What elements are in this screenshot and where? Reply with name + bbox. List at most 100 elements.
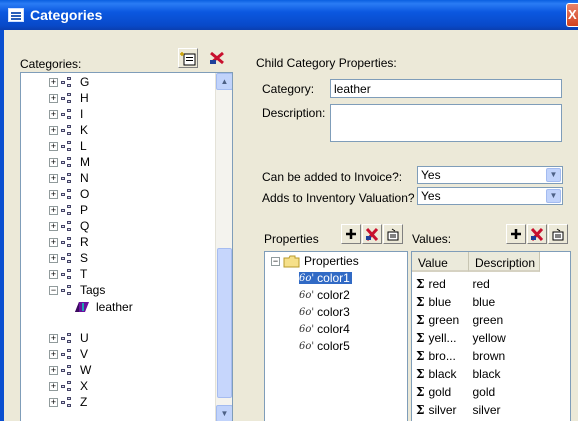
category-node-icon [61,188,77,200]
tree-node-t[interactable]: + T [49,267,88,281]
expand-icon[interactable]: + [49,253,58,263]
tree-node-label: H [80,91,89,105]
property-node-color1[interactable]: 6o' color1 [299,271,352,285]
values-label: Values: [412,232,452,246]
table-row[interactable]: Σblue blue [412,293,570,311]
table-row[interactable]: Σbro... brown [412,347,570,365]
scroll-down-button[interactable]: ▼ [216,405,232,421]
table-row[interactable]: Σsilver silver [412,401,570,419]
description-cell: blue [472,295,496,309]
column-header-value[interactable]: Value [412,252,469,272]
expand-icon[interactable]: + [49,333,58,343]
invoice-select-value: Yes [421,168,441,182]
add-category-button[interactable] [178,48,198,68]
property-icon: 6o' [299,340,315,352]
scroll-thumb[interactable] [217,248,232,398]
delete-property-button[interactable] [362,224,382,244]
tree-vertical-scrollbar[interactable]: ▲ ▼ [215,73,232,421]
column-header-description[interactable]: Description [469,252,540,272]
tree-node-o[interactable]: + O [49,187,90,201]
expand-icon[interactable]: + [49,189,58,199]
expand-icon[interactable]: + [49,77,58,87]
expand-icon[interactable]: + [49,157,58,167]
tree-node-u[interactable]: + U [49,331,89,345]
tree-node-label: T [80,267,88,281]
tree-node-i[interactable]: + I [49,107,83,121]
expand-icon[interactable]: + [49,397,58,407]
property-node-color4[interactable]: 6o' color4 [299,322,350,336]
tree-node-v[interactable]: + V [49,347,88,361]
description-field[interactable] [330,104,562,142]
tree-node-w[interactable]: + W [49,363,92,377]
values-table[interactable]: Value Description Σred red Σblue blue Σgre… [411,251,571,421]
invoice-label: Can be added to Invoice?: [262,170,403,184]
table-row[interactable]: Σblack black [412,365,570,383]
collapse-icon[interactable]: − [49,285,58,295]
delete-category-button[interactable] [207,48,227,68]
tree-node-tags[interactable]: − Tags [49,283,105,297]
table-row[interactable]: Σgold gold [412,383,570,401]
category-node-icon [61,156,77,168]
tree-node-k[interactable]: + K [49,123,88,137]
expand-icon[interactable]: + [49,141,58,151]
category-field[interactable]: leather [330,79,562,98]
tree-node-label: leather [96,300,133,314]
expand-icon[interactable]: + [49,93,58,103]
table-row[interactable]: Σyell... yellow [412,329,570,347]
sigma-icon: Σ [416,367,425,381]
tree-node-p[interactable]: + P [49,203,88,217]
sigma-icon: Σ [416,295,425,309]
tree-node-z[interactable]: + Z [49,395,87,409]
table-row[interactable]: Σred red [412,275,570,293]
tree-node-g[interactable]: + G [49,75,89,89]
property-node-color5[interactable]: 6o' color5 [299,339,350,353]
expand-icon[interactable]: + [49,125,58,135]
properties-root-node[interactable]: − Properties [271,254,359,268]
chevron-down-icon[interactable]: ▼ [546,168,561,182]
tree-node-r[interactable]: + R [49,235,89,249]
delete-value-button[interactable] [527,224,547,244]
tree-node-h[interactable]: + H [49,91,89,105]
expand-icon[interactable]: + [49,205,58,215]
value-cell: blue [428,295,452,309]
title-bar[interactable]: Categories X [0,0,578,30]
edit-value-button[interactable] [548,224,568,244]
invoice-select[interactable]: Yes ▼ [417,166,563,184]
expand-icon[interactable]: + [49,365,58,375]
tree-node-x[interactable]: + X [49,379,88,393]
tree-node-label: R [80,235,89,249]
properties-tree[interactable]: − Properties 6o' color1 6o' color2 6o' colo… [264,251,408,421]
tree-node-q[interactable]: + Q [49,219,89,233]
add-property-button[interactable] [341,224,361,244]
category-node-icon [61,172,77,184]
table-row[interactable]: Σgreen green [412,311,570,329]
sigma-icon: Σ [416,331,425,345]
expand-icon[interactable]: + [49,221,58,231]
expand-icon[interactable]: + [49,349,58,359]
collapse-icon[interactable]: − [271,256,280,266]
expand-icon[interactable]: + [49,109,58,119]
tree-node-n[interactable]: + N [49,171,89,185]
expand-icon[interactable]: + [49,269,58,279]
edit-icon [387,228,399,240]
property-node-color3[interactable]: 6o' color3 [299,305,350,319]
tree-node-s[interactable]: + S [49,251,88,265]
description-cell: yellow [472,331,506,345]
tree-node-l[interactable]: + L [49,139,87,153]
tree-node-m[interactable]: + M [49,155,90,169]
plus-icon [346,229,356,239]
close-button[interactable]: X [566,3,578,27]
expand-icon[interactable]: + [49,237,58,247]
tree-node-label: O [80,187,90,201]
expand-icon[interactable]: + [49,381,58,391]
scroll-up-button[interactable]: ▲ [216,73,232,90]
property-node-color2[interactable]: 6o' color2 [299,288,350,302]
edit-property-button[interactable] [383,224,403,244]
expand-icon[interactable]: + [49,173,58,183]
inventory-select[interactable]: Yes ▼ [417,187,563,205]
add-value-button[interactable] [506,224,526,244]
categories-tree[interactable]: + G + H + I + K + L + M + N + O + P + Q + R + S + T −… [20,72,233,421]
chevron-down-icon[interactable]: ▼ [546,189,561,203]
tree-node-leather[interactable]: leather [73,300,133,314]
tree-node-label: W [80,363,92,377]
